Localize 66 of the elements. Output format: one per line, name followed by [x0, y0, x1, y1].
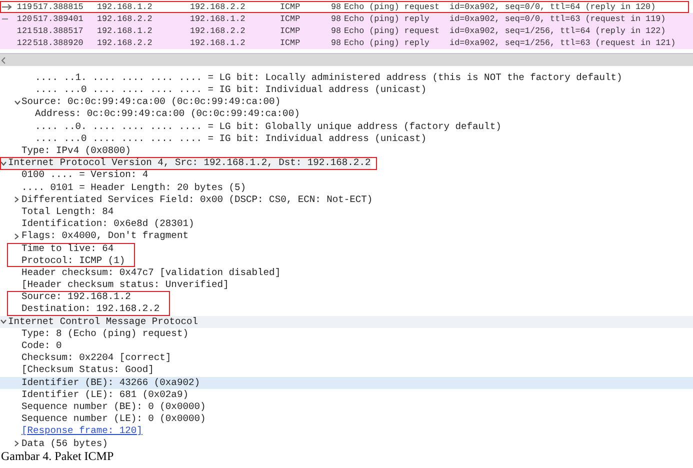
table-cell-text: ICMP — [280, 36, 302, 50]
right-arrow-icon — [2, 4, 12, 10]
table-cell-text: ICMP — [280, 0, 302, 14]
tree-row[interactable]: Code: 0 — [0, 340, 66, 352]
table-cell-text: 120 — [16, 12, 33, 26]
table-cell-text: 98 — [330, 24, 342, 38]
table-cell-text: 192.168.2.2 — [97, 12, 154, 26]
tree-row[interactable]: Address: 0c:0c:99:49:ca:00 (0c:0c:99:49:ca:00) — [0, 108, 304, 121]
packet-row[interactable]: 122 518.388920 192.168.2.2 192.168.1.2 ICMP 98 Echo (ping) reply id=0xa902, seq=1/256, ttl=63 (request in 121) — [0, 37, 693, 49]
tree-row[interactable]: Differentiated Services Field: 0x00 (DSCP: CS0, ECN: Not-ECT) — [0, 194, 377, 206]
tree-row[interactable]: Type: 8 (Echo (ping) request) — [0, 328, 192, 340]
tree-row[interactable]: Flags: 0x4000, Don't fragment — [0, 230, 192, 243]
table-cell-text: 192.168.2.2 — [190, 0, 246, 14]
tree-row[interactable]: Identifier (BE): 43266 (0xa902) — [0, 376, 693, 389]
table-cell: Echo (ping) request id=0xa902, seq=0/0, ttl=64 (reply in 120) — [344, 0, 656, 14]
tree-row[interactable]: .... ..1. .... .... .... .... = LG bit: Locally administered address (this is NOT the factory default) — [0, 72, 626, 84]
tree-row[interactable]: Sequence number (LE): 0 (0x0000) — [0, 413, 210, 426]
tree-row[interactable]: 0100 .... = Version: 4 — [0, 170, 152, 182]
tree-row[interactable]: Protocol: ICMP (1) — [6, 254, 130, 267]
table-cell-text: 518.388920 — [33, 36, 84, 50]
table-cell-text: 517.389401 — [33, 12, 84, 26]
tree-row[interactable]: Internet Control Message Protocol — [0, 316, 693, 328]
table-cell-text: 192.168.2.2 — [190, 24, 246, 38]
table-cell-text: 121 — [16, 24, 33, 38]
tree-row[interactable]: Source: 0c:0c:99:49:ca:00 (0c:0c:99:49:ca:00) — [0, 96, 285, 109]
table-cell-text: 517.388815 — [33, 0, 84, 14]
table-cell: Echo (ping) request id=0xa902, seq=1/256, ttl=64 (reply in 122) — [344, 24, 666, 38]
table-cell-text: ICMP — [280, 12, 302, 26]
packet-row[interactable]: 120 517.389401 192.168.2.2 192.168.1.2 ICMP 98 Echo (ping) reply id=0xa902, seq=0/0, ttl=63 (request in 119) — [0, 13, 693, 25]
tree-row[interactable]: .... ...0 .... .... .... .... = IG bit: Individual address (unicast) — [0, 84, 430, 96]
tree-row[interactable]: Data (56 bytes) — [0, 438, 112, 450]
tree-row[interactable]: .... 0101 = Header Length: 20 bytes (5) — [0, 182, 250, 194]
tree-row[interactable]: [Header checksum status: Unverified] — [0, 279, 233, 292]
table-cell-text: 518.388517 — [33, 24, 84, 38]
packet-row[interactable]: 119 517.388815 192.168.1.2 192.168.2.2 ICMP 98 Echo (ping) request id=0xa902, seq=0/0, ttl=64 (reply in 120) — [0, 1, 689, 13]
table-cell-text: 98 — [330, 12, 342, 26]
tree-row[interactable]: [Checksum Status: Good] — [0, 364, 158, 377]
table-cell-text: ICMP — [280, 24, 302, 38]
table-cell-text: 192.168.1.2 — [97, 24, 154, 38]
tree-row[interactable]: Identifier (LE): 681 (0x02a9) — [0, 388, 192, 402]
table-cell-text: 192.168.1.2 — [190, 12, 246, 26]
table-cell-text: 122 — [16, 36, 33, 50]
packet-row[interactable]: 121518.388517 192.168.1.2 192.168.2.2 ICMP 98 Echo (ping) request id=0xa902, seq=1/256, ttl=64 (reply in 122) — [0, 25, 693, 37]
tree-row[interactable]: Checksum: 0x2204 [correct] — [0, 352, 176, 364]
tree-row[interactable]: Type: IPv4 (0x0800) — [0, 145, 135, 158]
table-cell-text: 192.168.1.2 — [190, 36, 246, 50]
response-frame-link[interactable]: [Response frame: 120] — [0, 425, 146, 438]
table-cell-text: 192.168.1.2 — [97, 0, 154, 14]
table-cell-text: 98 — [330, 0, 342, 14]
tree-row[interactable]: Source: 192.168.1.2 — [6, 291, 135, 304]
tree-row[interactable]: Internet Protocol Version 4, Src: 192.168.1.2, Dst: 192.168.2.2 — [0, 157, 371, 170]
table-cell: Echo (ping) reply id=0xa902, seq=1/256, ttl=63 (request in 121) — [344, 36, 676, 50]
tree-row[interactable]: .... ..0. .... .... .... .... = LG bit: Globally unique address (factory default) — [0, 120, 506, 133]
table-cell: Echo (ping) reply id=0xa902, seq=0/0, ttl=63 (request in 119) — [344, 12, 666, 26]
figure-caption: Gambar 4. Paket ICMP — [0, 450, 114, 463]
tree-row[interactable]: Identification: 0x6e8d (28301) — [0, 218, 198, 230]
table-cell-text: 119 — [16, 0, 33, 14]
tree-row[interactable]: Destination: 192.168.2.2 — [6, 304, 164, 316]
tree-row[interactable]: Header checksum: 0x47c7 [validation disabled] — [0, 267, 285, 280]
tree-row[interactable]: Time to live: 64 — [6, 242, 118, 255]
tree-row[interactable]: .... ...0 .... .... .... .... = IG bit: Individual address (unicast) — [0, 132, 430, 146]
table-cell-text: 98 — [330, 36, 342, 50]
table-cell-text: 192.168.2.2 — [97, 36, 154, 50]
tree-row[interactable]: Total Length: 84 — [0, 206, 118, 218]
tree-row[interactable]: Sequence number (BE): 0 (0x0000) — [0, 401, 210, 414]
horizontal-scrollbar[interactable] — [0, 53, 693, 66]
